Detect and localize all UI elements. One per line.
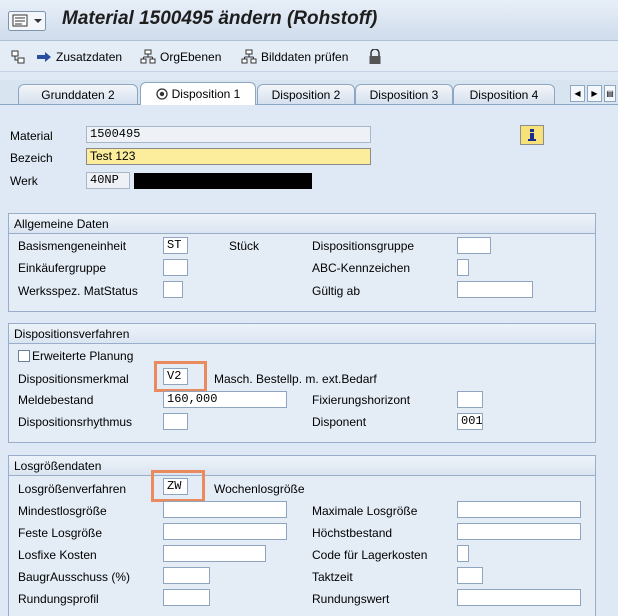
abc-label: ABC-Kennzeichen (312, 261, 411, 275)
erweiterte-planung-label: Erweiterte Planung (32, 349, 134, 363)
tab-disposition-4[interactable]: Disposition 4 (453, 84, 555, 104)
taktzeit-field[interactable] (457, 567, 483, 584)
tab-label: Grunddaten 2 (41, 87, 115, 102)
tab-list-icon[interactable]: ▤ (604, 85, 616, 102)
werk-field: 40NP (86, 172, 130, 189)
fixierungshorizont-label: Fixierungshorizont (312, 393, 411, 407)
tab-label: Disposition 1 (171, 87, 241, 101)
code-lagerkosten-field[interactable] (457, 545, 469, 562)
rundungswert-field[interactable] (457, 589, 581, 606)
redacted-bar (134, 173, 312, 189)
hoechstbestand-field[interactable] (457, 523, 581, 540)
mindestlosgroesse-label: Mindestlosgröße (18, 504, 107, 518)
arrow-right-icon (37, 52, 51, 62)
tab-label: Disposition 3 (369, 87, 439, 102)
maximale-losgroesse-field[interactable] (457, 501, 581, 518)
info-button[interactable] (520, 125, 544, 145)
allgemeine-daten-heading: Allgemeine Daten (9, 214, 595, 234)
baugr-ausschuss-field[interactable] (163, 567, 210, 584)
werksspez-label: Werksspez. MatStatus (18, 284, 138, 298)
dispositionsverfahren-heading: Dispositionsverfahren (9, 324, 595, 344)
bezeich-label: Bezeich (10, 151, 53, 165)
basismenge-text: Stück (229, 239, 260, 253)
tab-grunddaten-2[interactable]: Grunddaten 2 (18, 84, 138, 104)
tab-scroll-right-icon[interactable]: ▶ (587, 85, 602, 102)
material-field: 1500495 (86, 126, 371, 143)
dispomerkmal-field[interactable]: V2 (163, 368, 188, 385)
taktzeit-label: Taktzeit (312, 570, 353, 584)
losfixe-kosten-field[interactable] (163, 545, 266, 562)
hoechstbestand-label: Höchstbestand (312, 526, 393, 540)
transaction-menu-icon[interactable] (8, 11, 46, 31)
feste-losgroesse-field[interactable] (163, 523, 287, 540)
maximale-losgroesse-label: Maximale Losgröße (312, 504, 418, 518)
fixierungshorizont-field[interactable] (457, 391, 483, 408)
meldebestand-label: Meldebestand (18, 393, 94, 407)
dispomerkmal-label: Dispositionsmerkmal (18, 372, 129, 386)
werk-label: Werk (10, 174, 38, 188)
page-title: Material 1500495 ändern (Rohstoff) (62, 8, 378, 29)
einkaeufer-label: Einkäufergruppe (18, 261, 107, 275)
tab-label: Disposition 4 (469, 87, 539, 102)
tab-disposition-3[interactable]: Disposition 3 (355, 84, 453, 104)
einkaeufer-field[interactable] (163, 259, 188, 276)
bezeich-field[interactable]: Test 123 (86, 148, 371, 165)
tab-scroll-left-icon[interactable]: ◀ (570, 85, 585, 102)
orgebenen-label: OrgEbenen (160, 50, 222, 64)
bilddaten-label: Bilddaten prüfen (261, 50, 349, 64)
zusatzdaten-label: Zusatzdaten (56, 50, 123, 64)
disponent-field[interactable]: 001 (457, 413, 483, 430)
losgroessenverfahren-field[interactable]: ZW (163, 478, 188, 495)
orgebenen-button[interactable]: OrgEbenen (140, 48, 221, 66)
hierarchy-check-icon (241, 49, 257, 64)
gueltig-label: Gültig ab (312, 284, 361, 298)
mindestlosgroesse-field[interactable] (163, 501, 287, 518)
meldebestand-field[interactable]: 160,000 (163, 391, 287, 408)
werksspez-field[interactable] (163, 281, 183, 298)
org-structure-icon[interactable] (10, 48, 26, 66)
feste-losgroesse-label: Feste Losgröße (18, 526, 103, 540)
losfixe-kosten-label: Losfixe Kosten (18, 548, 97, 562)
code-lagerkosten-label: Code für Lagerkosten (312, 548, 428, 562)
tab-disposition-2[interactable]: Disposition 2 (257, 84, 355, 104)
rundungswert-label: Rundungswert (312, 592, 390, 606)
rundungsprofil-label: Rundungsprofil (18, 592, 99, 606)
baugr-ausschuss-label: BaugrAusschuss (%) (18, 570, 131, 584)
zusatzdaten-button[interactable]: Zusatzdaten (36, 48, 122, 66)
basismenge-label: Basismengeneinheit (18, 239, 127, 253)
gueltig-field[interactable] (457, 281, 533, 298)
hierarchy-icon (140, 49, 156, 64)
losgroessenverfahren-text: Wochenlosgröße (214, 482, 305, 496)
tab-label: Disposition 2 (271, 87, 341, 102)
dispositionsrhythmus-label: Dispositionsrhythmus (18, 415, 133, 429)
bilddaten-pruefen-button[interactable]: Bilddaten prüfen (241, 48, 348, 66)
abc-field[interactable] (457, 259, 469, 276)
erweiterte-planung-checkbox[interactable] (18, 350, 30, 362)
losgroessenverfahren-label: Losgrößenverfahren (18, 482, 127, 496)
dispositionsrhythmus-field[interactable] (163, 413, 188, 430)
basismenge-field[interactable]: ST (163, 237, 188, 254)
dispogruppe-label: Dispositionsgruppe (312, 239, 415, 253)
dispomerkmal-text: Masch. Bestellp. m. ext.Bedarf (214, 372, 377, 386)
info-icon (528, 129, 536, 141)
losgroessendaten-heading: Losgrößendaten (9, 456, 595, 476)
material-label: Material (10, 129, 53, 143)
lock-icon[interactable] (368, 48, 382, 66)
dispogruppe-field[interactable] (457, 237, 491, 254)
active-tab-icon (155, 88, 168, 100)
tab-disposition-1[interactable]: Disposition 1 (140, 82, 256, 105)
disponent-label: Disponent (312, 415, 367, 429)
rundungsprofil-field[interactable] (163, 589, 210, 606)
